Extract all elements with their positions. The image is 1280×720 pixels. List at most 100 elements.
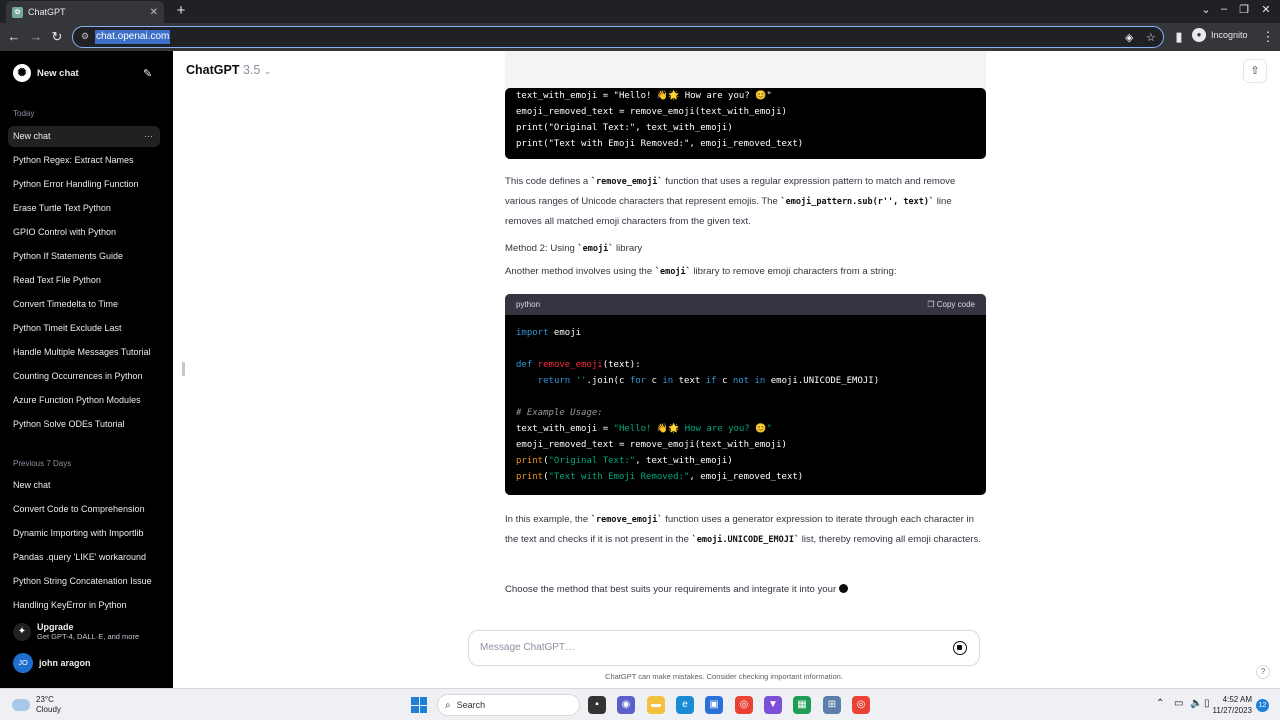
typing-cursor <box>839 584 849 593</box>
url-text[interactable]: chat.openai.com <box>95 30 171 44</box>
close-tab-icon[interactable]: ✕ <box>150 7 158 18</box>
chevron-up-icon[interactable]: ⌃ <box>1156 698 1164 709</box>
avatar: JO <box>13 653 33 673</box>
weather-widget[interactable]: 23°C Cloudy <box>12 695 61 715</box>
sidebar-item[interactable]: Python String Concatenation Issue <box>8 571 160 592</box>
sidebar-item[interactable]: Convert Timedelta to Time <box>8 294 160 315</box>
network-app-icon[interactable]: ⊞ <box>823 696 841 714</box>
user-name: john aragon <box>39 658 91 668</box>
edge-icon[interactable]: e <box>676 696 694 714</box>
sidebar-item[interactable]: Python Regex: Extract Names <box>8 150 160 171</box>
code-line: emoji_removed_text = remove_emoji(text_w… <box>516 107 787 117</box>
incognito-indicator[interactable]: ● Incognito <box>1192 28 1248 42</box>
sidebar-item[interactable]: Dynamic Importing with Importlib <box>8 523 160 544</box>
reload-button[interactable]: ↻ <box>48 28 66 46</box>
windows-start-icon[interactable] <box>411 697 427 713</box>
windows-taskbar: 23°C Cloudy ⌕ Search ▪ ◉ ▬ e ▣ ◎ ▼ ▦ ⊞ ◎… <box>0 688 1280 720</box>
sidebar-item[interactable]: GPIO Control with Python <box>8 222 160 243</box>
search-icon: ⌕ <box>445 699 451 711</box>
sidebar-item[interactable]: Python Timeit Exclude Last <box>8 318 160 339</box>
upgrade-subtitle: Get GPT-4, DALL·E, and more <box>37 632 140 641</box>
sidebar-item[interactable]: Azure Function Python Modules <box>8 390 160 411</box>
clock-time: 4:52 AM <box>1222 695 1252 704</box>
file-explorer-icon[interactable]: ▬ <box>647 696 665 714</box>
sidebar-item[interactable]: Handling KeyError in Python <box>8 595 160 616</box>
copy-code-button[interactable]: ❐ Copy code <box>927 294 975 315</box>
weather-condition: Cloudy <box>36 705 61 714</box>
model-selector[interactable]: ChatGPT 3.5 ⌄ <box>186 63 271 77</box>
sidebar-item[interactable]: Handle Multiple Messages Tutorial <box>8 342 160 363</box>
minimize-button[interactable]: – <box>1214 3 1234 15</box>
back-button[interactable]: ← <box>5 28 23 46</box>
sidebar-item[interactable]: New chat <box>8 475 160 496</box>
stop-generating-button[interactable] <box>953 641 967 655</box>
address-bar[interactable]: ⚙ chat.openai.com ◈ ☆ <box>72 26 1164 48</box>
sidebar-item[interactable]: Convert Code to Comprehension <box>8 499 160 520</box>
code-body: text_with_emoji = "Hello! 👋🌟 How are you… <box>505 88 986 159</box>
vpn-app-icon[interactable]: ▼ <box>764 696 782 714</box>
browser-menu-icon[interactable]: ⋮ <box>1259 28 1277 46</box>
sidebar-item[interactable]: Read Text File Python <box>8 270 160 291</box>
search-label: Search <box>456 700 486 710</box>
upgrade-button[interactable]: ✦ Upgrade Get GPT-4, DALL·E, and more <box>13 622 139 641</box>
close-window-button[interactable]: ✕ <box>1256 3 1276 16</box>
sidebar-item[interactable]: New chat ··· <box>8 126 160 147</box>
taskbar-search[interactable]: ⌕ Search <box>437 694 580 716</box>
system-clock[interactable]: 4:52 AM 11/27/2023 <box>1208 694 1252 716</box>
chrome-active-icon[interactable]: ◎ <box>852 696 870 714</box>
incognito-label: Incognito <box>1211 30 1248 40</box>
incognito-eye-icon[interactable]: ◈ <box>1125 31 1133 44</box>
sidebar-item[interactable]: Python Solve ODEs Tutorial <box>8 414 160 435</box>
incognito-icon: ● <box>1192 28 1206 42</box>
sidebar-item[interactable]: Counting Occurrences in Python <box>8 366 160 387</box>
message-composer[interactable]: Message ChatGPT… <box>468 630 980 666</box>
share-button[interactable]: ⇧ <box>1243 59 1267 83</box>
cloud-icon <box>12 699 30 711</box>
edit-new-chat-icon[interactable]: ✎ <box>143 67 152 80</box>
sidebar-item[interactable]: Erase Turtle Text Python <box>8 198 160 219</box>
section-previous-7-days: Previous 7 Days <box>13 459 72 468</box>
openai-logo-icon: ✺ <box>13 64 31 82</box>
forward-button[interactable]: → <box>27 28 45 46</box>
model-version: 3.5 <box>242 63 261 77</box>
browser-tabbar: ✿ ChatGPT ✕ + ⌄ – ❐ ✕ <box>0 0 1280 23</box>
code-header: python ❐ Copy code <box>505 294 986 315</box>
message-input[interactable]: Message ChatGPT… <box>480 642 575 653</box>
sidebar-item[interactable]: Python If Statements Guide <box>8 246 160 267</box>
new-tab-button[interactable]: + <box>172 2 190 20</box>
sidebar-new-chat-button[interactable]: ✺ New chat <box>13 64 79 82</box>
store-icon[interactable]: ▣ <box>705 696 723 714</box>
browser-tab[interactable]: ✿ ChatGPT ✕ <box>6 1 164 23</box>
code-line: print("Text with Emoji Removed:", emoji_… <box>516 139 804 149</box>
response-paragraph: In this example, the `remove_emoji` func… <box>505 514 981 545</box>
weather-temp: 23°C <box>36 695 54 704</box>
inline-code: `emoji` <box>577 244 614 254</box>
chat-app-icon[interactable]: ◉ <box>617 696 635 714</box>
chrome-icon[interactable]: ◎ <box>735 696 753 714</box>
chatgpt-favicon-icon: ✿ <box>12 6 23 18</box>
help-button[interactable]: ? <box>1256 665 1270 679</box>
restore-button[interactable]: ❐ <box>1234 3 1254 16</box>
speaker-icon[interactable]: 🔈 <box>1190 698 1202 709</box>
code-body: import emoji def remove_emoji(text): ret… <box>516 328 880 482</box>
code-line: text_with_emoji = "Hello! 👋🌟 How are you… <box>516 91 772 101</box>
upgrade-title: Upgrade <box>37 622 74 632</box>
code-line: print("Original Text:", text_with_emoji) <box>516 123 733 133</box>
section-today: Today <box>13 109 35 118</box>
site-info-icon[interactable]: ⚙ <box>81 31 91 42</box>
task-view-icon[interactable]: ▪ <box>588 696 606 714</box>
user-menu-button[interactable]: JO john aragon <box>13 653 91 673</box>
sidebar-item[interactable]: Pandas .query 'LIKE' workaround <box>8 547 160 568</box>
inline-code: `remove_emoji` <box>590 515 663 525</box>
notification-badge[interactable]: 12 <box>1256 699 1269 712</box>
more-options-icon[interactable]: ··· <box>144 126 153 147</box>
side-panel-icon[interactable]: ▮ <box>1170 28 1188 46</box>
display-icon[interactable]: ▭ <box>1174 698 1183 709</box>
spreadsheet-app-icon[interactable]: ▦ <box>793 696 811 714</box>
response-paragraph: Choose the method that best suits your r… <box>505 580 986 599</box>
chevron-down-icon[interactable]: ⌄ <box>1196 3 1216 16</box>
sidebar-item[interactable]: Python Error Handling Function <box>8 174 160 195</box>
code-block-1: text_with_emoji = "Hello! 👋🌟 How are you… <box>505 88 986 159</box>
sidebar-resize-handle[interactable] <box>182 362 185 376</box>
bookmark-star-icon[interactable]: ☆ <box>1146 31 1156 44</box>
